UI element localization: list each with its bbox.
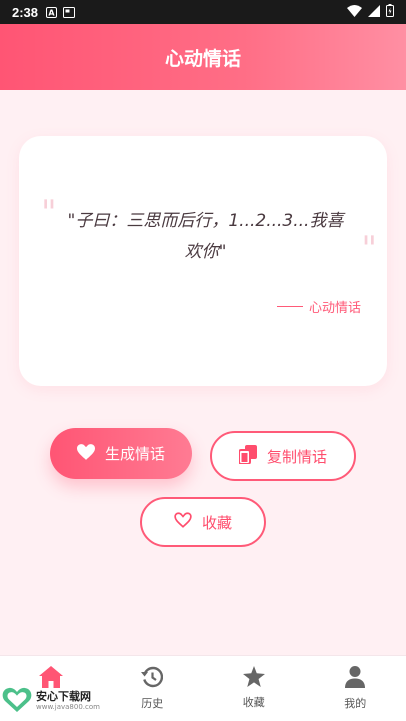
nav-label-history: 历史 <box>141 697 164 710</box>
watermark-logo-icon <box>2 685 32 717</box>
page-title: 心动情话 <box>164 47 241 70</box>
nav-label-profile: 我的 <box>344 697 367 710</box>
star-icon <box>242 666 265 690</box>
copy-button[interactable]: 复制情话 <box>210 431 356 481</box>
watermark: 安心下载网 www.java800.com <box>2 686 106 716</box>
person-icon <box>345 666 366 691</box>
copy-icon <box>237 444 257 468</box>
a-notification-icon: A <box>46 6 58 18</box>
app-bar: 心动情话 <box>0 24 406 90</box>
heart-icon <box>76 443 95 464</box>
quote-author-label: 心动情话 <box>308 301 361 316</box>
open-quote-mark-icon: " <box>41 193 57 233</box>
status-bar: 2:38 A <box>0 0 406 24</box>
generate-button-label: 生成情话 <box>104 445 165 463</box>
quote-author: 心动情话 <box>276 297 361 316</box>
nav-item-favorites[interactable]: 收藏 <box>203 656 305 721</box>
favorite-button-label: 收藏 <box>201 513 232 532</box>
wifi-icon <box>347 4 362 20</box>
screen-icon <box>63 6 76 18</box>
battery-icon <box>386 4 394 20</box>
svg-text:A: A <box>48 8 55 17</box>
history-icon <box>141 666 164 691</box>
status-time: 2:38 <box>12 4 39 20</box>
watermark-text: 安心下载网 www.java800.com <box>36 691 100 711</box>
watermark-url: www.java800.com <box>36 703 100 711</box>
quote-card: " "子曰：三思而后行，1...2...3...我喜欢你" " 心动情话 <box>19 136 387 386</box>
close-quote-mark-icon: " <box>361 229 377 269</box>
favorite-button[interactable]: 收藏 <box>140 497 266 547</box>
signal-icon <box>368 4 380 20</box>
nav-label-favorites: 收藏 <box>242 696 265 709</box>
watermark-brand: 安心下载网 <box>36 690 91 703</box>
heart-outline-icon <box>174 512 192 532</box>
author-dash <box>276 306 303 307</box>
quote-text: "子曰：三思而后行，1...2...3...我喜欢你" <box>67 211 344 262</box>
nav-item-profile[interactable]: 我的 <box>305 656 406 721</box>
nav-item-history[interactable]: 历史 <box>102 656 204 721</box>
generate-button[interactable]: 生成情话 <box>50 428 192 479</box>
copy-button-label: 复制情话 <box>266 447 327 466</box>
